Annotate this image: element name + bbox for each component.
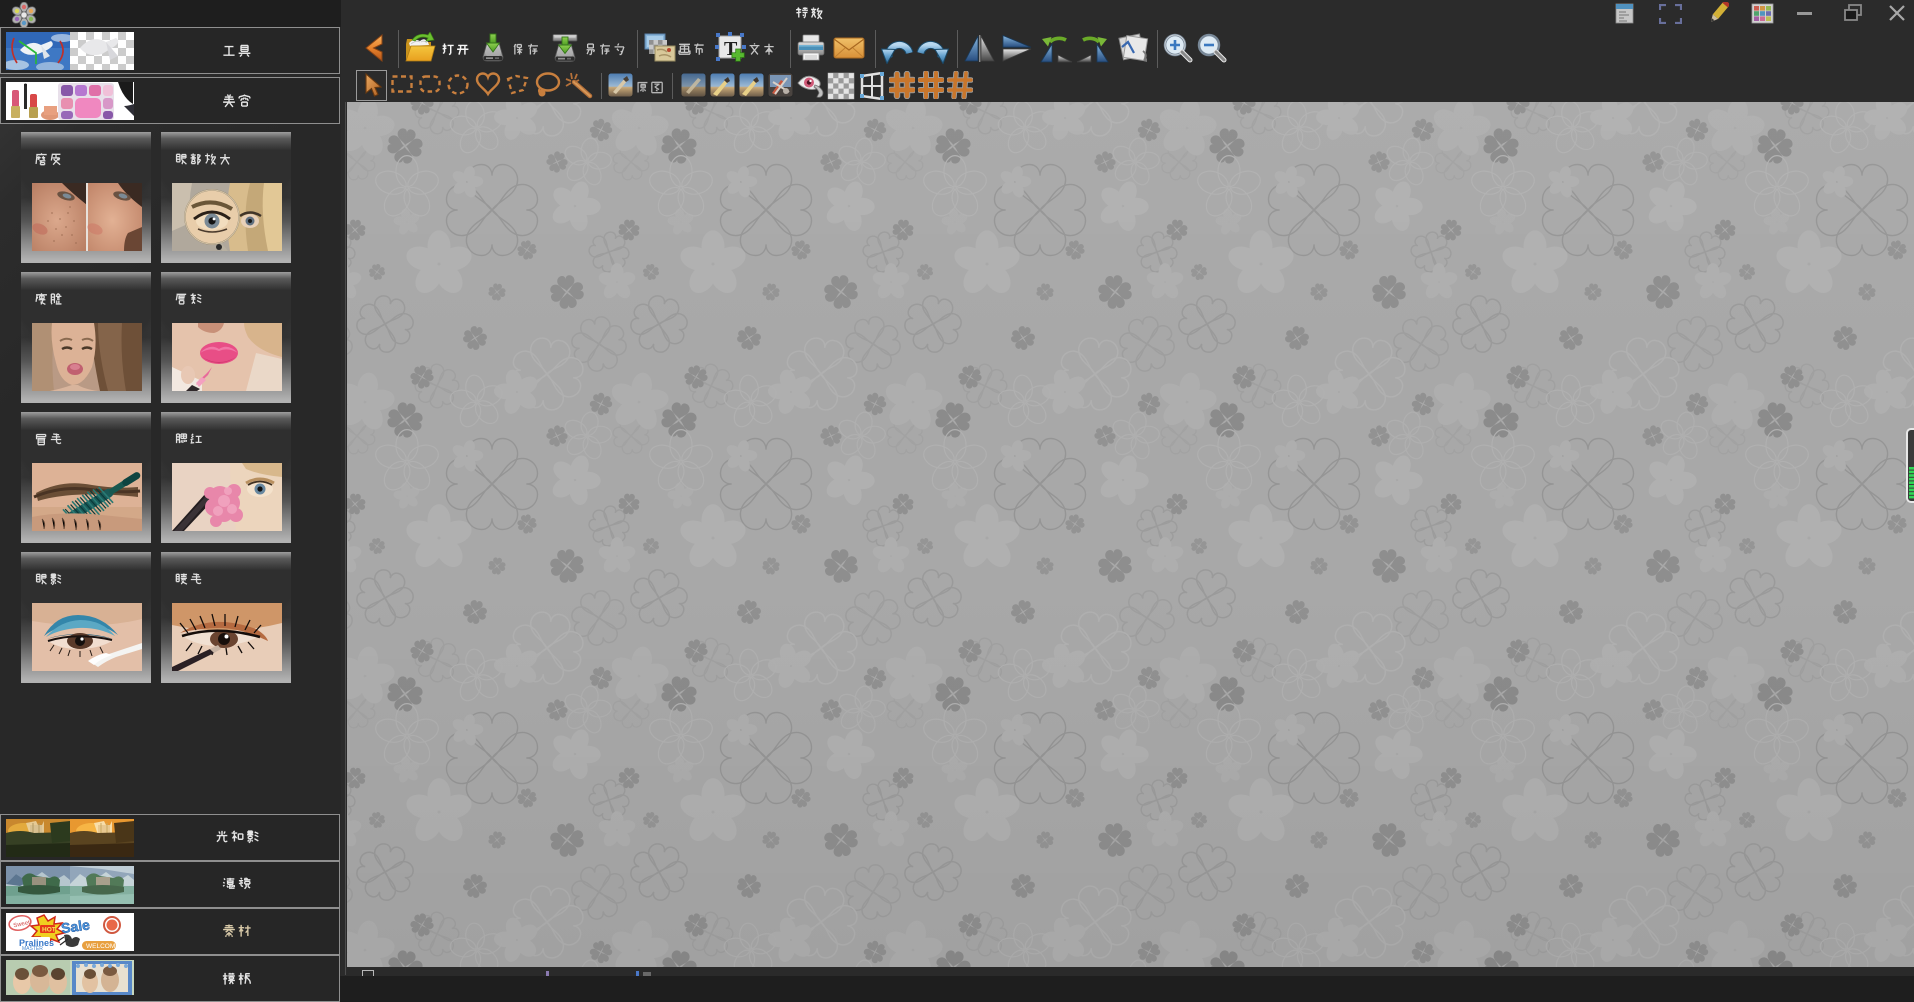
svg-text:MASTER: MASTER [22, 946, 43, 951]
svg-text:WELCOME: WELCOME [86, 943, 120, 950]
svg-text:HOT: HOT [42, 927, 56, 934]
